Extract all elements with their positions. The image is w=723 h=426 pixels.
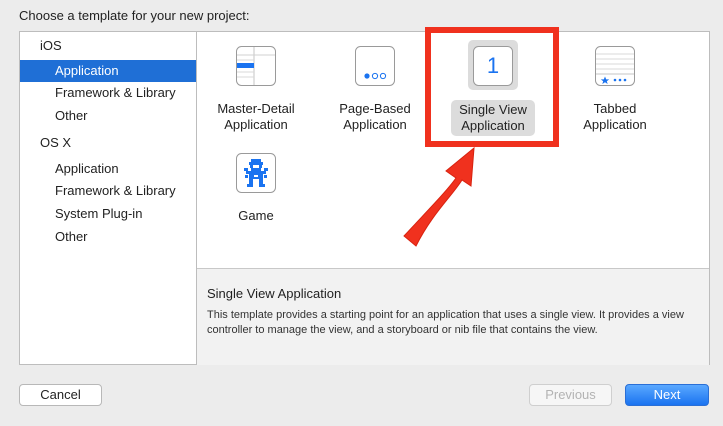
template-single-view[interactable]: 1 Single View Application: [438, 40, 548, 136]
sidebar-group-osx[interactable]: OS X: [20, 132, 196, 154]
sidebar-item-osx-application[interactable]: Application: [20, 158, 196, 180]
sidebar-item-osx-framework-library[interactable]: Framework & Library: [20, 180, 196, 202]
game-icon: [236, 153, 276, 193]
description-title: Single View Application: [207, 286, 342, 301]
template-label: Page-Based Application: [339, 101, 411, 132]
cancel-button[interactable]: Cancel: [19, 384, 102, 406]
template-label: Single View Application: [451, 100, 535, 136]
sidebar-item-osx-other[interactable]: Other: [20, 226, 196, 248]
single-view-icon-number: 1: [486, 53, 500, 78]
sidebar-item-osx-system-plugin[interactable]: System Plug-in: [20, 203, 196, 225]
previous-button[interactable]: Previous: [529, 384, 612, 406]
master-detail-icon: [236, 46, 276, 86]
template-category-sidebar: iOS Application Framework & Library Othe…: [19, 31, 197, 365]
template-label: Tabbed Application: [583, 101, 647, 132]
description-text: This template provides a starting point …: [207, 309, 684, 336]
page-based-icon: [355, 46, 395, 86]
sidebar-item-ios-framework-library[interactable]: Framework & Library: [20, 82, 196, 104]
template-master-detail[interactable]: Master-Detail Application: [201, 46, 311, 136]
sidebar-item-ios-other[interactable]: Other: [20, 105, 196, 127]
template-description-panel: Single View Application This template pr…: [197, 268, 709, 365]
next-button[interactable]: Next: [625, 384, 709, 406]
single-view-icon: 1: [473, 46, 513, 86]
template-page-based[interactable]: Page-Based Application: [320, 46, 430, 136]
sidebar-group-ios[interactable]: iOS: [20, 35, 196, 57]
template-grid: Master-Detail Application Page-Based App…: [197, 32, 709, 267]
template-label: Game: [238, 208, 274, 223]
template-panel: Master-Detail Application Page-Based App…: [197, 31, 710, 365]
template-tabbed[interactable]: Tabbed Application: [560, 46, 670, 136]
sidebar-item-ios-application[interactable]: Application: [20, 60, 196, 82]
tabbed-icon: [595, 46, 635, 86]
template-label: Master-Detail Application: [217, 101, 295, 132]
dialog-prompt: Choose a template for your new project:: [19, 8, 250, 23]
template-game[interactable]: Game: [201, 153, 311, 228]
